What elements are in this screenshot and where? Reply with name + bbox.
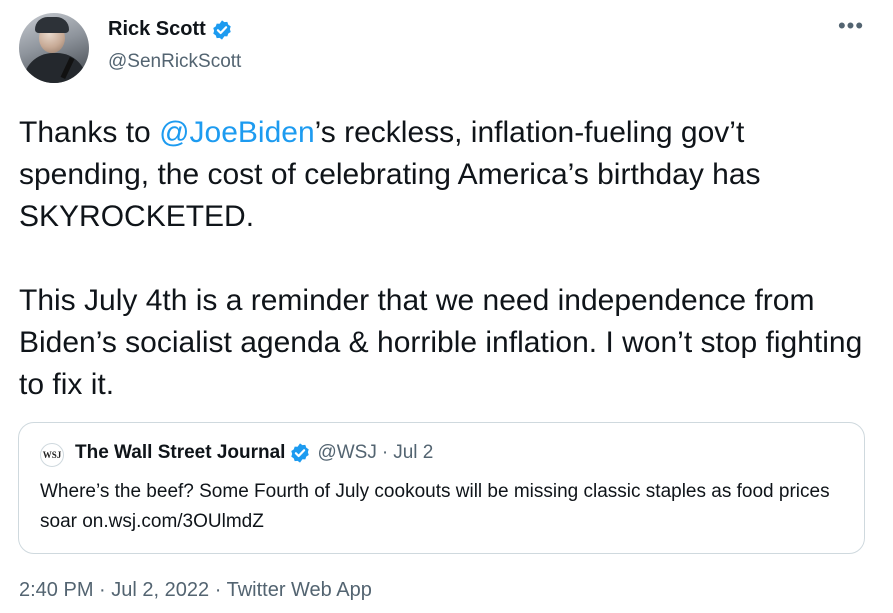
tweet-text-start: Thanks to: [19, 116, 160, 149]
tweet-time[interactable]: 2:40 PM: [19, 579, 93, 601]
footer-separator: ·: [214, 579, 222, 601]
quoted-author-name[interactable]: The Wall Street Journal: [75, 442, 285, 464]
avatar[interactable]: [19, 13, 89, 83]
tweet-date[interactable]: Jul 2, 2022: [111, 579, 209, 601]
quoted-author-row: The Wall Street Journal @WSJ · Jul 2: [75, 442, 433, 464]
tweet-text: Thanks to @JoeBiden’s reckless, inflatio…: [19, 112, 879, 406]
quoted-date[interactable]: Jul 2: [393, 442, 433, 464]
tweet-footer: 2:40 PM · Jul 2, 2022 · Twitter Web App: [19, 579, 372, 602]
quoted-author-handle[interactable]: @WSJ: [317, 442, 376, 464]
quoted-verified-badge-icon: [291, 443, 310, 463]
mention-link[interactable]: @JoeBiden: [159, 116, 315, 149]
author-name[interactable]: Rick Scott: [108, 18, 206, 41]
tweet-source[interactable]: Twitter Web App: [227, 579, 372, 601]
verified-badge-icon: [213, 19, 231, 40]
avatar-body: [23, 53, 87, 83]
tweet-text-rest: ’s reckless, inflation-fueling gov’t spe…: [19, 116, 863, 401]
footer-separator: ·: [99, 579, 106, 601]
author-handle[interactable]: @SenRickScott: [108, 51, 241, 73]
quoted-separator: ·: [381, 442, 389, 463]
avatar-cap: [35, 17, 69, 33]
quoted-tweet-text: Where’s the beef? Some Fourth of July co…: [40, 481, 830, 532]
quoted-avatar-logo[interactable]: WSJ: [40, 443, 64, 467]
quoted-tweet-card[interactable]: WSJ The Wall Street Journal @WSJ · Jul 2…: [18, 422, 865, 554]
author-row: Rick Scott: [108, 18, 233, 41]
more-options-icon[interactable]: •••: [836, 15, 866, 42]
